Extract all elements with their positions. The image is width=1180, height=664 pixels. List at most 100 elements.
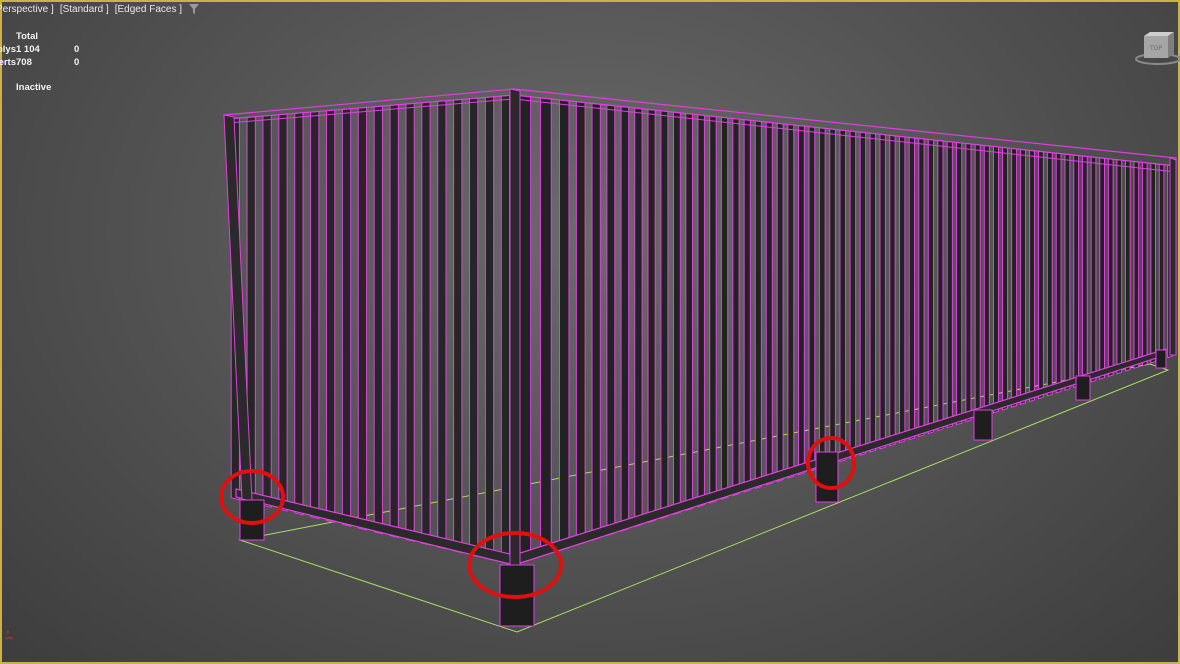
baluster [1158, 163, 1165, 361]
baluster [405, 102, 415, 542]
baluster [294, 112, 304, 516]
viewport-point-of-view-label[interactable]: Perspective ] [0, 4, 54, 15]
support-leg [1075, 375, 1091, 401]
baluster [357, 106, 368, 531]
support-leg [973, 409, 993, 441]
baluster [1099, 157, 1106, 380]
baluster [421, 101, 431, 546]
baluster [732, 117, 740, 497]
support-leg [1155, 349, 1167, 369]
baluster [660, 110, 669, 520]
baluster [908, 136, 915, 441]
baluster [956, 141, 963, 426]
baluster [918, 137, 925, 438]
baluster [469, 97, 479, 558]
baluster [326, 109, 336, 524]
baluster [437, 100, 447, 550]
baluster [539, 97, 552, 558]
baluster [1064, 153, 1071, 391]
baluster [1090, 156, 1097, 383]
baluster [1124, 160, 1131, 372]
baluster [634, 107, 643, 528]
baluster [500, 94, 511, 565]
baluster [776, 122, 784, 483]
baluster [453, 98, 463, 554]
stats-label-verts: Verts: [0, 57, 16, 68]
railing-wireframe-model[interactable] [222, 88, 1177, 627]
baluster [685, 112, 693, 512]
baluster [937, 139, 944, 432]
baluster [310, 110, 320, 520]
baluster [278, 113, 288, 512]
baluster [720, 116, 729, 500]
baluster [1029, 149, 1035, 403]
funnel-icon[interactable] [188, 3, 200, 15]
baluster [974, 143, 981, 420]
baluster [743, 119, 751, 493]
baluster [889, 134, 896, 447]
baluster [1073, 154, 1080, 389]
baluster [849, 130, 857, 460]
baluster [899, 135, 906, 444]
baluster [808, 126, 816, 473]
baluster [818, 127, 826, 469]
baluster [1002, 146, 1009, 411]
baluster [620, 105, 630, 532]
baluster [754, 120, 762, 490]
svg-text:TOP: TOP [1149, 45, 1162, 52]
viewport-shading-standard-label[interactable]: [Standard ] [60, 4, 109, 15]
baluster [262, 114, 272, 508]
stats-row-verts: Verts: 708 0 [0, 56, 94, 69]
axis-tripod-icon: x [5, 629, 13, 639]
svg-text:x: x [6, 629, 10, 636]
baluster [839, 129, 847, 463]
baluster [927, 138, 935, 435]
baluster [1107, 158, 1114, 378]
stats-total-polys: 1 104 [16, 44, 40, 55]
baluster [389, 104, 399, 539]
baluster [829, 128, 836, 466]
baluster [558, 99, 570, 552]
baluster [983, 144, 990, 417]
stats-row-polys: Polys: 1 104 0 [0, 43, 94, 56]
baluster [859, 131, 867, 456]
baluster [673, 111, 681, 516]
end-post [1169, 157, 1177, 356]
baluster [697, 114, 705, 508]
baluster [1081, 155, 1088, 386]
baluster [1141, 161, 1148, 367]
stats-total-header: Total [16, 31, 38, 42]
baluster [606, 104, 616, 537]
baluster [1020, 148, 1027, 405]
baluster [965, 142, 972, 423]
viewport-state-label: Inactive [16, 82, 52, 93]
viewcube-icon[interactable]: TOP [1128, 28, 1180, 68]
baluster [591, 102, 601, 541]
baluster [1037, 150, 1044, 400]
3d-scene-canvas[interactable] [0, 0, 1180, 664]
stats-selected-polys: 0 [74, 44, 80, 55]
baluster [1133, 160, 1140, 370]
baluster [765, 121, 773, 486]
baluster [946, 140, 953, 429]
support-leg [239, 499, 265, 541]
stats-label-polys: Polys: [0, 44, 16, 55]
baluster [373, 105, 383, 535]
viewport-label-menu[interactable]: Perspective ] [Standard ] [Edged Faces ] [0, 3, 200, 15]
baluster [1116, 159, 1123, 375]
baluster [709, 115, 717, 504]
baluster [1046, 151, 1053, 397]
baluster [992, 145, 999, 414]
baluster [869, 132, 877, 453]
baluster [575, 101, 586, 546]
baluster [798, 124, 805, 476]
baluster [787, 123, 795, 479]
baluster [1011, 147, 1018, 408]
baluster [1150, 162, 1157, 364]
baluster [484, 96, 495, 561]
stats-selected-verts: 0 [74, 57, 80, 68]
statistics-overlay: Total Polys: 1 104 0 Verts: 708 0 [0, 30, 94, 69]
baluster [879, 133, 886, 450]
baluster [341, 108, 352, 527]
viewport-edged-faces-label[interactable]: [Edged Faces ] [115, 4, 182, 15]
